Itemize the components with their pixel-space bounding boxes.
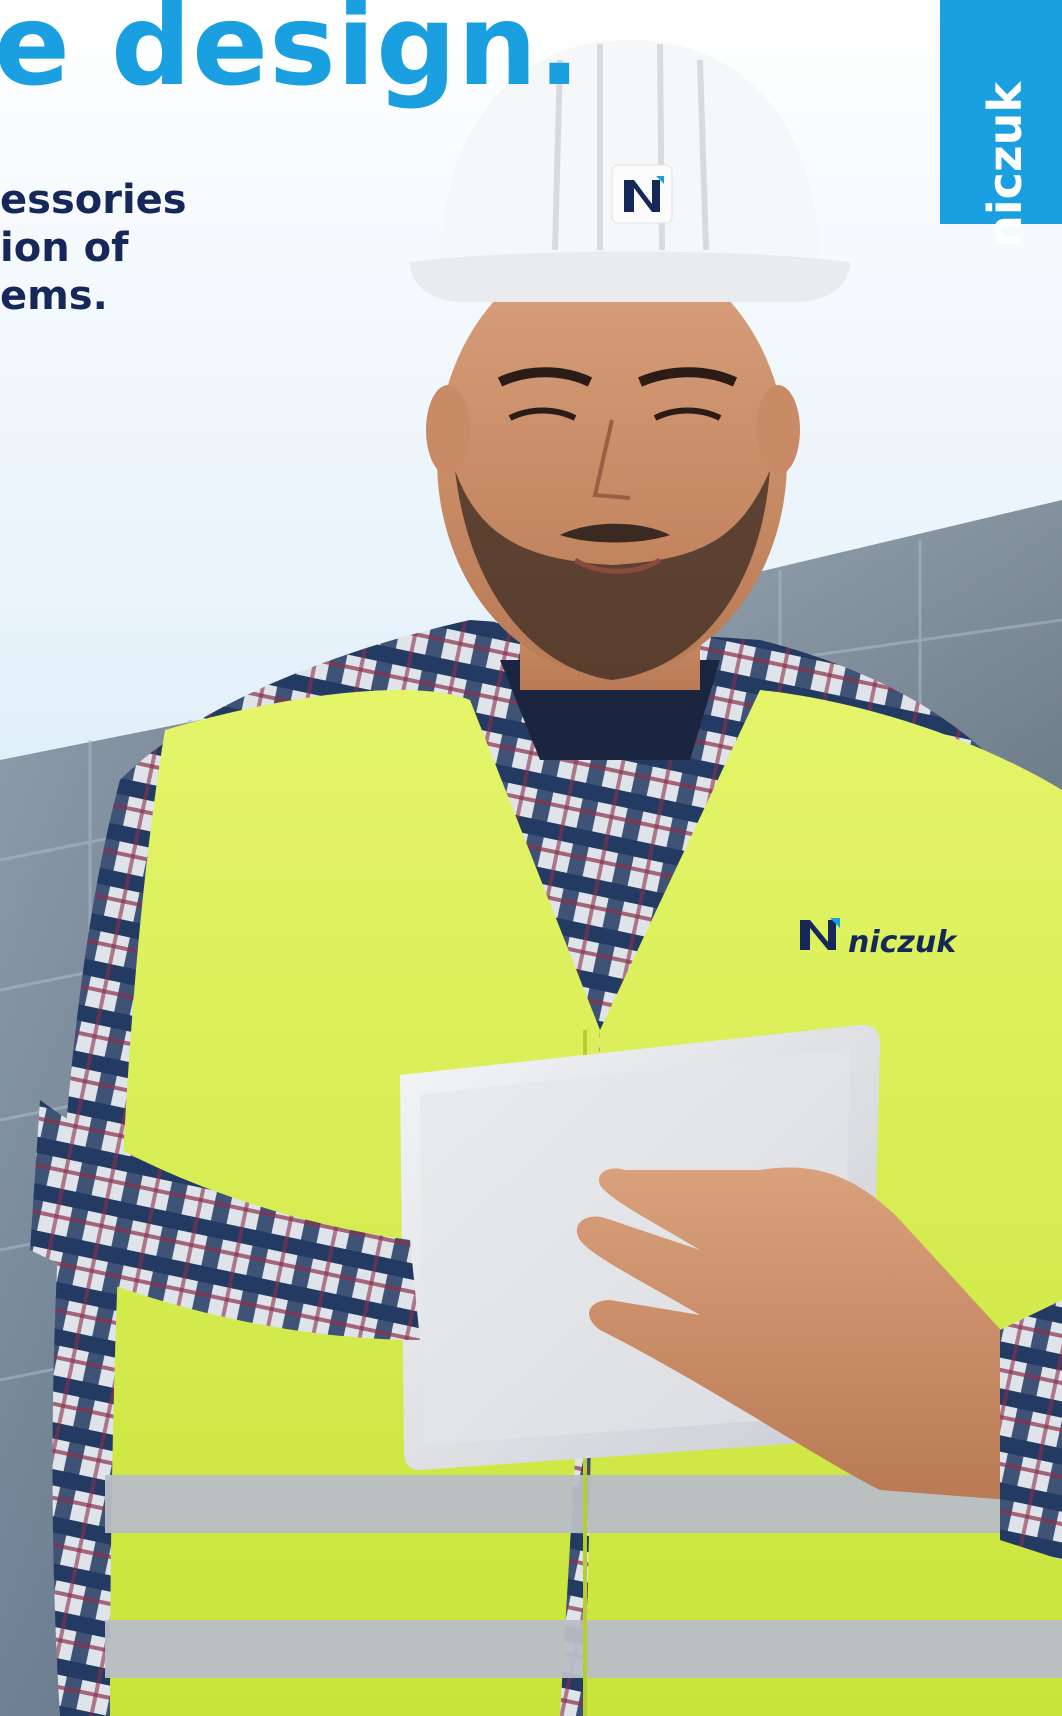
subtitle-line: ion of	[0, 225, 129, 271]
subtitle: essories ion of ems.	[0, 176, 187, 320]
subtitle-line: ems.	[0, 273, 108, 319]
headline: e design.	[0, 0, 582, 111]
ad-banner: niczuk e design. essories ion of ems. ni…	[0, 0, 1062, 1716]
brand-tab: niczuk	[940, 0, 1062, 248]
brand-tab-label: niczuk	[978, 82, 1032, 248]
vest-logo-text: niczuk	[848, 925, 958, 960]
subtitle-line: essories	[0, 177, 187, 223]
